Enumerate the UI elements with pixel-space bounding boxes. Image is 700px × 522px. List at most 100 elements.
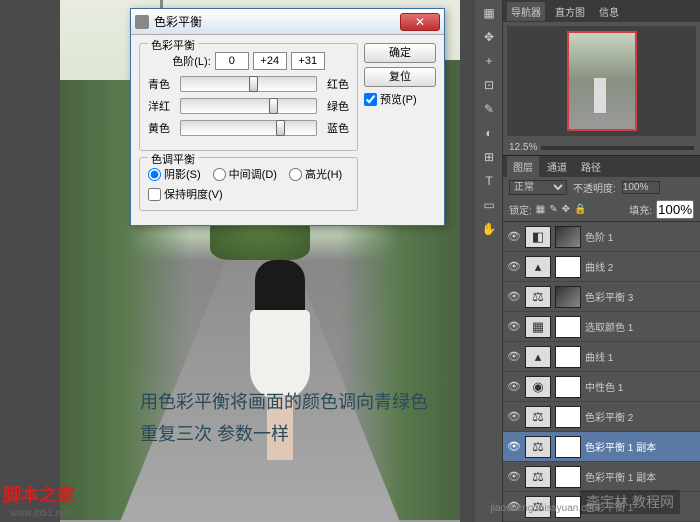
color-slider-0[interactable] bbox=[180, 76, 317, 92]
layer-name: 曲线 1 bbox=[585, 349, 613, 364]
tab-paths[interactable]: 路径 bbox=[575, 156, 607, 177]
fieldset-legend-2: 色调平衡 bbox=[148, 151, 198, 167]
layer-mask[interactable] bbox=[555, 346, 581, 368]
tool-button-4[interactable]: ✎ bbox=[477, 98, 501, 120]
layer-mask[interactable] bbox=[555, 316, 581, 338]
radio-midtone[interactable]: 中间调(D) bbox=[213, 166, 277, 182]
fill-label: 填充: bbox=[629, 202, 652, 217]
radio-shadow-input[interactable] bbox=[148, 168, 161, 181]
layer-mask[interactable] bbox=[555, 256, 581, 278]
layer-mask[interactable] bbox=[555, 226, 581, 248]
visibility-icon[interactable]: 👁 bbox=[507, 470, 521, 484]
watermark-site-en: www.jb51.net bbox=[10, 508, 69, 519]
zoom-value: 12.5% bbox=[509, 142, 537, 153]
layer-row-7[interactable]: 👁⚖色彩平衡 1 副本 bbox=[503, 432, 700, 462]
radio-highlight[interactable]: 高光(H) bbox=[289, 166, 342, 182]
layer-name: 中性色 1 bbox=[585, 379, 623, 394]
tool-button-6[interactable]: ⊞ bbox=[477, 146, 501, 168]
tool-column: ▦✥+⊡✎◐⊞T▭✋ bbox=[475, 0, 503, 522]
navigator-preview[interactable] bbox=[507, 26, 696, 136]
tab-layers[interactable]: 图层 bbox=[507, 156, 539, 177]
layer-name: 色彩平衡 3 bbox=[585, 289, 633, 304]
tool-button-0[interactable]: ▦ bbox=[477, 2, 501, 24]
blend-mode-select[interactable]: 正常 bbox=[509, 180, 567, 195]
layer-row-8[interactable]: 👁⚖色彩平衡 1 副本 bbox=[503, 462, 700, 492]
layer-row-2[interactable]: 👁 ⚖ 色彩平衡 3 bbox=[503, 282, 700, 312]
level-input-1[interactable] bbox=[253, 52, 287, 70]
level-input-2[interactable] bbox=[291, 52, 325, 70]
visibility-icon[interactable]: 👁 bbox=[507, 410, 521, 424]
tutorial-text: 用色彩平衡将画面的颜色调向青绿色 重复三次 参数一样 bbox=[140, 382, 428, 452]
color-slider-1[interactable] bbox=[180, 98, 317, 114]
slider-label-left-1: 洋红 bbox=[148, 98, 176, 114]
layer-mask[interactable] bbox=[555, 406, 581, 428]
preserve-luminosity[interactable]: 保持明度(V) bbox=[148, 186, 349, 202]
tool-button-2[interactable]: + bbox=[477, 50, 501, 72]
visibility-icon[interactable]: 👁 bbox=[507, 350, 521, 364]
tutorial-line2: 重复三次 参数一样 bbox=[140, 420, 428, 446]
close-button[interactable]: ✕ bbox=[400, 13, 440, 31]
tab-histogram[interactable]: 直方图 bbox=[551, 2, 589, 21]
preview-checkbox-row[interactable]: 预览(P) bbox=[364, 91, 436, 107]
layer-thumb: ⚖ bbox=[525, 466, 551, 488]
watermark-bottom-right2: jiaocheng.missyuan.com bbox=[491, 503, 601, 514]
preview-checkbox[interactable] bbox=[364, 93, 377, 106]
lock-transparent-icon[interactable]: ▦ bbox=[536, 204, 545, 215]
zoom-slider[interactable] bbox=[541, 146, 694, 150]
layer-thumb: ◉ bbox=[525, 376, 551, 398]
tool-button-5[interactable]: ◐ bbox=[477, 122, 501, 144]
layers-list: 👁◧色阶 1👁▴曲线 2👁⚖色彩平衡 3👁▦选取颜色 1👁▴曲线 1👁◉中性色 … bbox=[503, 222, 700, 522]
radio-shadow[interactable]: 阴影(S) bbox=[148, 166, 201, 182]
layer-row-1[interactable]: 👁 ▴ 曲线 2 bbox=[503, 252, 700, 282]
layer-row-4[interactable]: 👁▴曲线 1 bbox=[503, 342, 700, 372]
lock-all-icon[interactable]: 🔒 bbox=[574, 204, 586, 215]
layer-name: 色阶 1 bbox=[585, 229, 613, 244]
color-slider-2[interactable] bbox=[180, 120, 317, 136]
layer-row-0[interactable]: 👁 ◧ 色阶 1 bbox=[503, 222, 700, 252]
layer-row-5[interactable]: 👁 ◉ 中性色 1 bbox=[503, 372, 700, 402]
layer-mask[interactable] bbox=[555, 466, 581, 488]
slider-label-right-0: 红色 bbox=[321, 76, 349, 92]
tool-button-8[interactable]: ▭ bbox=[477, 194, 501, 216]
dialog-titlebar[interactable]: 色彩平衡 ✕ bbox=[131, 9, 444, 35]
tone-balance-fieldset: 色调平衡 阴影(S) 中间调(D) 高光(H) 保持明度(V) bbox=[139, 157, 358, 211]
tool-button-9[interactable]: ✋ bbox=[477, 218, 501, 240]
lock-paint-icon[interactable]: ✎ bbox=[549, 204, 557, 215]
tab-navigator[interactable]: 导航器 bbox=[507, 2, 545, 21]
lock-move-icon[interactable]: ✥ bbox=[562, 204, 570, 215]
visibility-icon[interactable]: 👁 bbox=[507, 380, 521, 394]
layer-thumb: ⚖ bbox=[525, 436, 551, 458]
visibility-icon[interactable]: 👁 bbox=[507, 440, 521, 454]
layer-row-6[interactable]: 👁⚖色彩平衡 2 bbox=[503, 402, 700, 432]
layer-mask[interactable] bbox=[555, 376, 581, 398]
layer-thumb: ⚖ bbox=[525, 406, 551, 428]
level-input-0[interactable] bbox=[215, 52, 249, 70]
radio-highlight-input[interactable] bbox=[289, 168, 302, 181]
visibility-icon[interactable]: 👁 bbox=[507, 290, 521, 304]
visibility-icon[interactable]: 👁 bbox=[507, 320, 521, 334]
layer-name: 曲线 2 bbox=[585, 259, 613, 274]
layer-row-3[interactable]: 👁▦选取颜色 1 bbox=[503, 312, 700, 342]
ok-button[interactable]: 确定 bbox=[364, 43, 436, 63]
tool-button-3[interactable]: ⊡ bbox=[477, 74, 501, 96]
tool-button-1[interactable]: ✥ bbox=[477, 26, 501, 48]
visibility-icon[interactable]: 👁 bbox=[507, 260, 521, 274]
layer-mask[interactable] bbox=[555, 286, 581, 308]
dialog-title-text: 色彩平衡 bbox=[154, 13, 202, 30]
color-balance-dialog: 色彩平衡 ✕ 色彩平衡 色阶(L): 青色红色洋红绿色黄色蓝色 色调平衡 阴影(… bbox=[130, 8, 445, 226]
tab-info[interactable]: 信息 bbox=[595, 2, 623, 21]
fieldset-legend-1: 色彩平衡 bbox=[148, 37, 198, 53]
tab-channels[interactable]: 通道 bbox=[541, 156, 573, 177]
preserve-checkbox[interactable] bbox=[148, 188, 161, 201]
layer-thumb: ▴ bbox=[525, 256, 551, 278]
right-panel: ▦✥+⊡✎◐⊞T▭✋ 导航器 直方图 信息 12.5% 图层 通道 路径 正常 … bbox=[475, 0, 700, 522]
layer-mask[interactable] bbox=[555, 436, 581, 458]
fill-input[interactable] bbox=[656, 200, 694, 219]
layer-thumb: ⚖ bbox=[525, 286, 551, 308]
layer-thumb: ◧ bbox=[525, 226, 551, 248]
tool-button-7[interactable]: T bbox=[477, 170, 501, 192]
opacity-input[interactable] bbox=[622, 181, 660, 194]
cancel-button[interactable]: 复位 bbox=[364, 67, 436, 87]
visibility-icon[interactable]: 👁 bbox=[507, 230, 521, 244]
radio-midtone-input[interactable] bbox=[213, 168, 226, 181]
